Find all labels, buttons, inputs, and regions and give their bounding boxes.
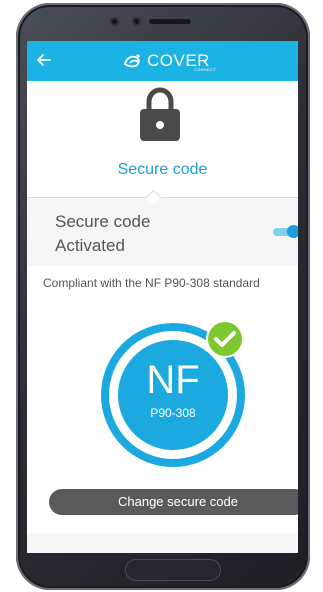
divider [27, 197, 298, 198]
phone-top-bar [16, 3, 310, 41]
arrow-left-icon [37, 54, 51, 66]
app-screen: COVER CONNECT Secure code Secure code Ac… [27, 41, 298, 553]
change-secure-code-button[interactable]: Change secure code [49, 489, 298, 515]
toggle-thumb [287, 225, 298, 238]
brand-subtitle: CONNECT [194, 67, 216, 72]
speaker-grille [149, 19, 191, 24]
home-button[interactable] [125, 559, 221, 581]
cover-connect-logo [123, 54, 140, 68]
section-title: Secure code [117, 161, 208, 178]
bottom-strip [27, 533, 298, 553]
badge-nf-label: NF [146, 358, 200, 402]
badge-standard-label: P90-308 [150, 406, 196, 420]
sensor-icon [132, 17, 141, 26]
phone-frame: COVER CONNECT Secure code Secure code Ac… [16, 3, 310, 590]
lock-icon [140, 87, 180, 141]
back-button[interactable] [33, 49, 55, 71]
compliance-text: Compliant with the NF P90-308 standard [43, 276, 260, 290]
brand: COVER CONNECT [123, 49, 216, 73]
secure-code-status-row: Secure code Activated [27, 198, 298, 266]
secure-code-status-label: Secure code Activated [55, 212, 151, 255]
check-icon [206, 320, 244, 358]
secure-code-toggle[interactable] [273, 225, 298, 238]
app-header: COVER CONNECT [27, 41, 298, 81]
camera-icon [110, 17, 119, 26]
